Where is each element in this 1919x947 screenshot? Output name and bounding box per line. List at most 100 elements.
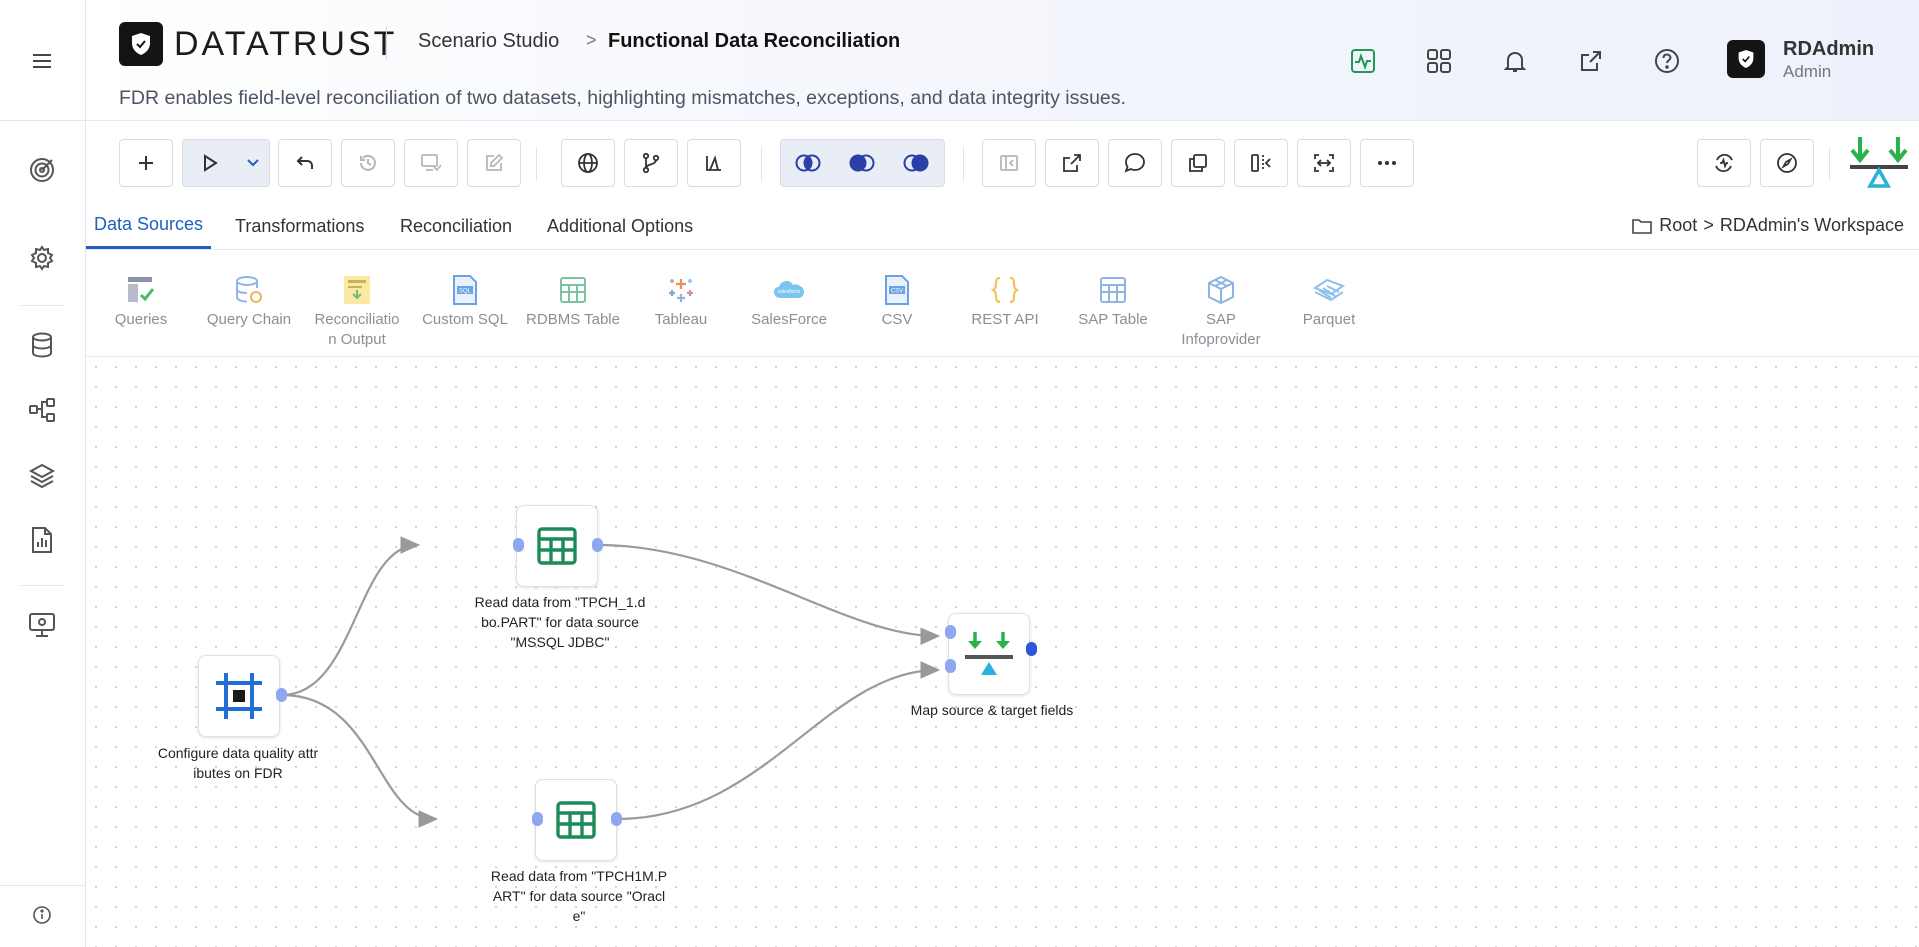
edge-read2-to-map [616,661,941,821]
palette-item-tableau[interactable]: Tableau [627,272,735,330]
datasource-palette: Queries Query Chain Reconciliatio n Outp… [86,250,1919,357]
user-role: Admin [1783,62,1832,81]
export-button[interactable] [1045,139,1099,187]
workspace-root[interactable]: Root [1659,215,1697,236]
palette-item-rdbms-table[interactable]: RDBMS Table [519,272,627,330]
edit-button[interactable] [467,139,521,187]
collapse-panel-button[interactable] [982,139,1036,187]
more-options-button[interactable] [1360,139,1414,187]
tab-additional-options[interactable]: Additional Options [547,203,693,249]
left-join-icon[interactable] [835,140,889,186]
settings-gear-icon[interactable] [22,238,62,278]
palette-item-queries[interactable]: Queries [87,272,195,330]
right-join-icon[interactable] [889,140,943,186]
split-compare-button[interactable] [1234,139,1288,187]
run-button-group [182,139,270,187]
palette-item-sap-table[interactable]: SAP Table [1059,272,1167,330]
tableau-icon [627,272,735,308]
node-read-tpch1m-part-oracle[interactable] [535,779,617,861]
node-configure-data-quality[interactable] [198,655,280,737]
sap-table-icon [1059,272,1167,308]
report-icon[interactable] [22,520,62,560]
port-read1-out[interactable] [592,538,603,552]
target-icon[interactable] [22,150,62,190]
globe-button[interactable] [561,139,615,187]
reconciliation-scale-icon [965,632,1013,675]
page-title: Functional Data Reconciliation [608,30,901,52]
svg-text:salesforce: salesforce [778,289,801,295]
palette-item-reconciliation-output[interactable]: Reconciliatio n Output [303,272,411,350]
node-read-tpch-part-mssql[interactable] [516,505,598,587]
tab-bar: Data Sources Transformations Reconciliat… [86,203,1919,250]
port-read2-out[interactable] [611,812,622,826]
chart-angle-button[interactable] [687,139,741,187]
node-map-source-target[interactable] [948,613,1030,695]
user-avatar-icon[interactable] [1727,40,1765,78]
tab-reconciliation[interactable]: Reconciliation [400,203,512,249]
palette-item-custom-sql[interactable]: SQL Custom SQL [411,272,519,330]
validate-button[interactable] [404,139,458,187]
palette-item-csv[interactable]: CSV CSV [843,272,951,330]
rdbms-table-icon [519,272,627,308]
svg-text:SQL: SQL [459,289,472,295]
help-icon[interactable] [1650,44,1684,78]
palette-item-query-chain[interactable]: Query Chain [195,272,303,330]
query-chain-icon [195,272,303,308]
tab-transformations[interactable]: Transformations [235,203,364,249]
layers-icon[interactable] [22,455,62,495]
header: DATATRUST Scenario Studio > Functional D… [86,0,1919,121]
port-map-in-2[interactable] [945,659,956,673]
folder-icon [1632,218,1653,234]
user-name[interactable]: RDAdmin [1783,38,1874,61]
palette-item-rest-api[interactable]: REST API [951,272,1059,330]
add-button[interactable] [119,139,173,187]
inner-join-icon[interactable] [781,140,835,186]
undo-button[interactable] [278,139,332,187]
copy-button[interactable] [1171,139,1225,187]
branch-button[interactable] [624,139,678,187]
tab-data-sources[interactable]: Data Sources [86,203,212,249]
port-read1-in[interactable] [513,538,524,552]
port-map-out[interactable] [1026,642,1037,656]
history-button[interactable] [341,139,395,187]
port-read2-in[interactable] [532,812,543,826]
compass-button[interactable] [1760,139,1814,187]
rest-api-icon [951,272,1059,308]
run-dropdown-chevron-down-icon[interactable] [237,140,269,186]
sap-infoprovider-icon [1167,272,1275,308]
open-external-icon[interactable] [1574,44,1608,78]
apps-grid-icon[interactable] [1422,44,1456,78]
palette-item-salesforce[interactable]: salesforce SalesForce [735,272,843,330]
activity-icon[interactable] [1346,44,1380,78]
hamburger-menu-icon[interactable] [22,41,62,81]
parquet-icon [1275,272,1383,308]
queries-icon [87,272,195,308]
palette-item-parquet[interactable]: Parquet [1275,272,1383,330]
reconciliation-output-icon [303,272,411,308]
brand-name: DATATRUST [174,25,398,63]
fit-view-button[interactable] [1297,139,1351,187]
comment-button[interactable] [1108,139,1162,187]
sync-button[interactable] [1697,139,1751,187]
info-icon[interactable] [22,895,62,935]
page-subtitle: FDR enables field-level reconciliation o… [119,87,1126,109]
datatrust-logo-icon [119,22,163,66]
workspace-name[interactable]: RDAdmin's Workspace [1720,215,1904,236]
monitor-settings-icon[interactable] [22,605,62,645]
svg-text:CSV: CSV [891,289,903,295]
csv-icon: CSV [843,272,951,308]
toolbar [86,121,1919,204]
port-map-in-1[interactable] [945,625,956,639]
palette-item-sap-infoprovider[interactable]: SAP Infoprovider [1167,272,1275,350]
workflow-icon[interactable] [22,390,62,430]
workflow-canvas[interactable]: Configure data quality attr ibutes on FD… [86,357,1919,947]
workspace-breadcrumb: Root > RDAdmin's Workspace [1631,215,1904,236]
salesforce-icon: salesforce [735,272,843,308]
port-config-out[interactable] [276,688,287,702]
reconciliation-scale-icon [1846,135,1912,191]
node-config-label: Configure data quality attr ibutes on FD… [157,745,319,781]
run-button[interactable] [183,140,237,186]
breadcrumb-scenario-studio[interactable]: Scenario Studio [418,30,559,53]
database-icon[interactable] [22,325,62,365]
notifications-bell-icon[interactable] [1498,44,1532,78]
